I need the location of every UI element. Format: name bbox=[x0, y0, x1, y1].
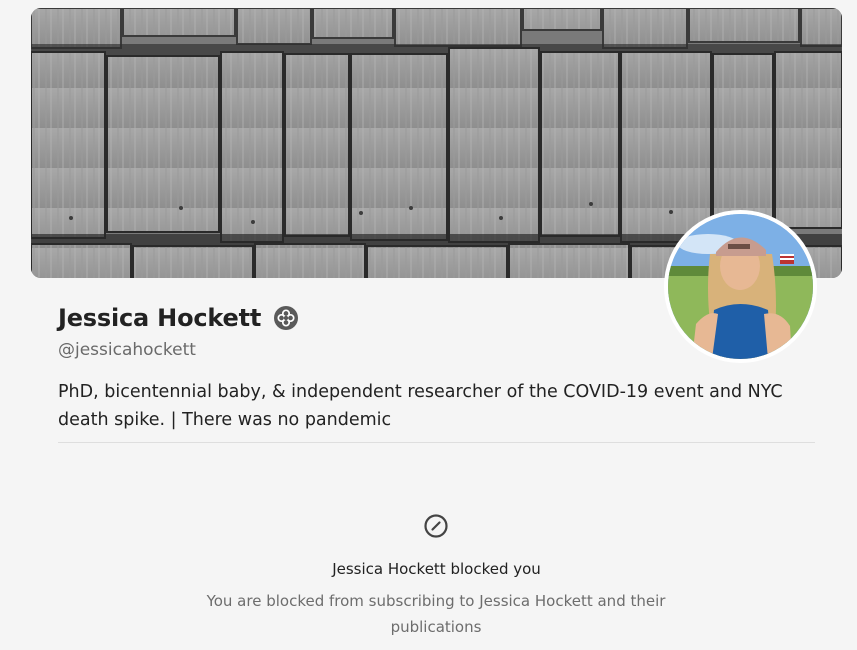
divider bbox=[58, 442, 815, 443]
profile-header: Jessica Hockett bbox=[58, 300, 299, 336]
profile-bio: PhD, bicentennial baby, & independent re… bbox=[58, 382, 783, 430]
bestseller-badge-icon[interactable] bbox=[273, 305, 299, 331]
profile-name: Jessica Hockett bbox=[58, 304, 262, 332]
blocked-description: You are blocked from subscribing to Jess… bbox=[206, 592, 666, 636]
avatar[interactable] bbox=[664, 210, 817, 363]
blocked-title: Jessica Hockett blocked you bbox=[332, 560, 541, 578]
profile-photo bbox=[668, 214, 813, 359]
profile-handle: @jessicahockett bbox=[58, 340, 196, 360]
blocked-circle-icon bbox=[423, 513, 449, 539]
